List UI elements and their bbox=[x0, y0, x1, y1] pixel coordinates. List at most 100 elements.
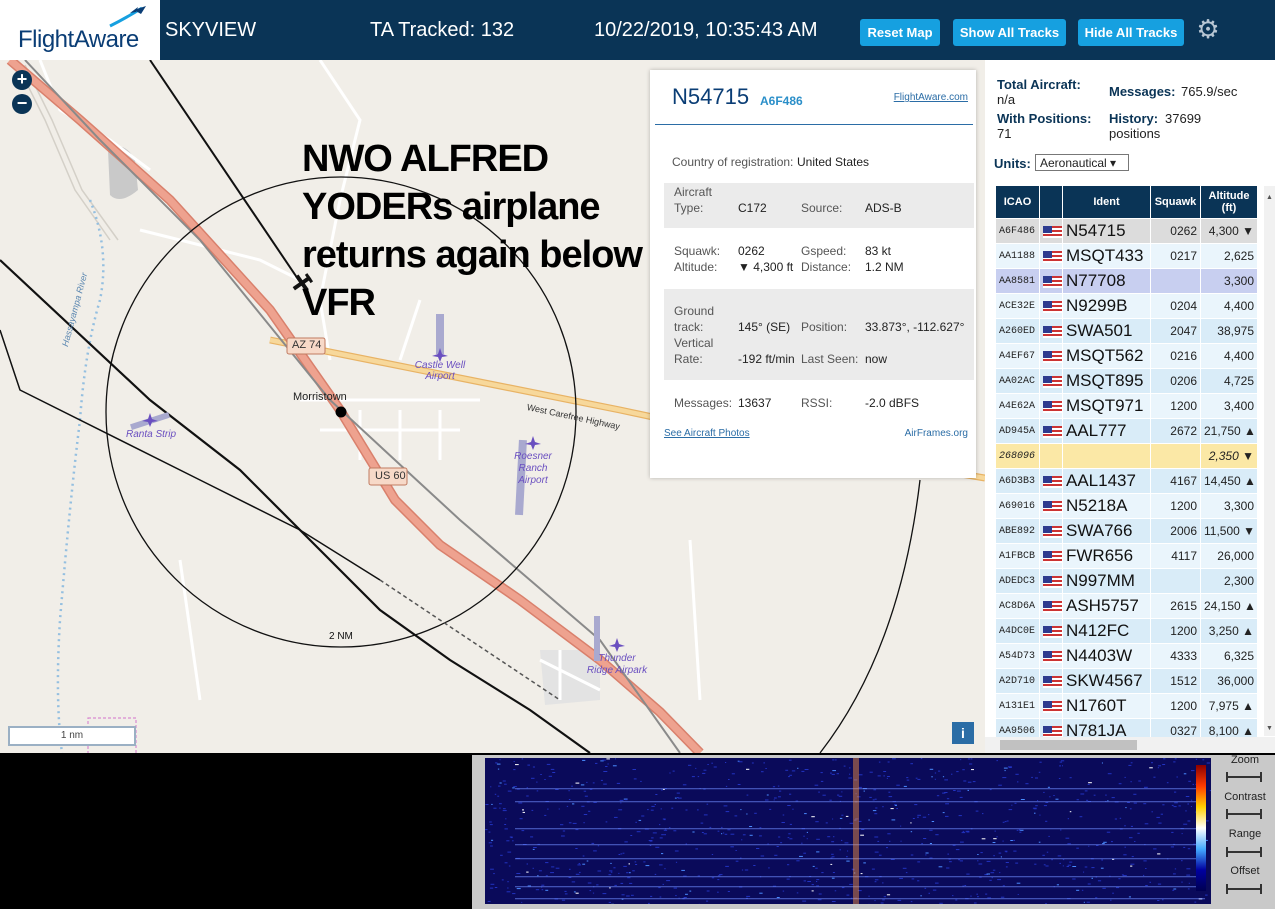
table-row[interactable]: ABE892 SWA766 2006 11,500 ▼ bbox=[995, 518, 1258, 544]
spectrogram-speck bbox=[580, 784, 585, 786]
spectrogram-speck bbox=[1107, 773, 1112, 775]
spectrogram-speck bbox=[962, 830, 965, 832]
table-row[interactable]: AC8D6A ASH5757 2615 24,150 ▲ bbox=[995, 593, 1258, 619]
zoom-in-button[interactable]: + bbox=[12, 70, 32, 90]
spectrogram-speck bbox=[906, 779, 910, 781]
spectrogram-speck bbox=[1171, 831, 1174, 833]
spectrogram-speck bbox=[697, 776, 700, 778]
flightaware-logo[interactable]: FlightAware bbox=[0, 0, 160, 60]
spectrogram-speck bbox=[967, 758, 971, 760]
scroll-up-icon[interactable]: ▲ bbox=[1266, 194, 1273, 201]
hide-all-tracks-button[interactable]: Hide All Tracks bbox=[1078, 19, 1184, 46]
spectrogram-speck bbox=[497, 795, 500, 797]
scrollbar-thumb[interactable] bbox=[1000, 740, 1137, 750]
spectrogram-speck bbox=[964, 885, 967, 886]
spectrogram-speck bbox=[1076, 889, 1080, 891]
track-label-2: track: bbox=[674, 320, 704, 334]
table-row[interactable]: AA1188 MSQT433 0217 2,625 bbox=[995, 243, 1258, 269]
table-row[interactable]: AA02AC MSQT895 0206 4,725 bbox=[995, 368, 1258, 394]
waterfall-spectrogram[interactable] bbox=[485, 758, 1211, 904]
table-row[interactable]: A260ED SWA501 2047 38,975 bbox=[995, 318, 1258, 344]
spectrogram-speck bbox=[773, 799, 775, 801]
table-row[interactable]: ADEDC3 N997MM 2,300 bbox=[995, 568, 1258, 594]
spectrogram-speck bbox=[645, 865, 650, 867]
col-header-ident[interactable]: Ident bbox=[1062, 185, 1151, 219]
table-row[interactable]: AD945A AAL777 2672 21,750 ▲ bbox=[995, 418, 1258, 444]
table-horizontal-scrollbar[interactable] bbox=[985, 737, 1275, 753]
spectrogram-speck bbox=[1091, 877, 1093, 879]
spectrogram-speck bbox=[912, 818, 915, 819]
spectrogram-speck bbox=[552, 772, 556, 773]
table-vertical-scrollbar[interactable]: ▲ ▼ bbox=[1264, 186, 1275, 736]
cell-icao: ADEDC3 bbox=[995, 568, 1040, 594]
zoom-out-button[interactable]: − bbox=[12, 94, 32, 114]
col-header-squawk[interactable]: Squawk bbox=[1150, 185, 1201, 219]
spectrogram-speck bbox=[652, 832, 657, 834]
show-all-tracks-button[interactable]: Show All Tracks bbox=[953, 19, 1066, 46]
spectrogram-speck bbox=[1039, 814, 1041, 816]
table-row[interactable]: ACE32E N9299B 0204 4,400 bbox=[995, 293, 1258, 319]
spectrogram-speck bbox=[689, 890, 692, 892]
zoom-slider[interactable] bbox=[1226, 772, 1262, 782]
airframes-link[interactable]: AirFrames.org bbox=[905, 428, 968, 439]
spectrogram-speck bbox=[521, 830, 525, 832]
spectrogram-speck bbox=[1017, 894, 1019, 895]
spectrogram-speck bbox=[575, 892, 579, 894]
spectrogram-speck bbox=[766, 794, 769, 796]
spectrogram-speck bbox=[1145, 868, 1147, 869]
table-row[interactable]: A6D3B3 AAL1437 4167 14,450 ▲ bbox=[995, 468, 1258, 494]
spectrogram-speck bbox=[734, 815, 738, 817]
table-row[interactable]: A4EF67 MSQT562 0216 4,400 bbox=[995, 343, 1258, 369]
table-row[interactable]: A1FBCB FWR656 4117 26,000 bbox=[995, 543, 1258, 569]
contrast-slider[interactable] bbox=[1226, 809, 1262, 819]
table-row[interactable]: A6F486 N54715 0262 4,300 ▼ bbox=[995, 218, 1258, 244]
spectrogram-speck bbox=[675, 895, 677, 897]
info-button[interactable]: i bbox=[952, 722, 974, 744]
spectrogram-speck bbox=[1205, 894, 1208, 896]
scroll-down-icon[interactable]: ▼ bbox=[1266, 725, 1273, 732]
col-header-altitude[interactable]: Altitude (ft) bbox=[1200, 185, 1258, 219]
spectrogram-speck bbox=[967, 789, 969, 791]
lastseen-label: Last Seen: bbox=[801, 352, 859, 366]
spectrogram-speck bbox=[723, 805, 728, 807]
aircraft-photos-link[interactable]: See Aircraft Photos bbox=[664, 428, 750, 439]
table-row[interactable]: A69016 N5218A 1200 3,300 bbox=[995, 493, 1258, 519]
spectrogram-speck bbox=[618, 809, 623, 811]
table-row[interactable]: A131E1 N1760T 1200 7,975 ▲ bbox=[995, 693, 1258, 719]
spectrogram-speck bbox=[1056, 884, 1059, 886]
spectrogram-speck bbox=[727, 829, 731, 831]
spectrogram-speck bbox=[1004, 850, 1008, 852]
table-row[interactable]: A4DC0E N412FC 1200 3,250 ▲ bbox=[995, 618, 1258, 644]
table-row[interactable]: A2D710 SKW4567 1512 36,000 bbox=[995, 668, 1258, 694]
spectrogram-speck bbox=[811, 890, 814, 892]
cell-squawk: 1200 bbox=[1150, 493, 1201, 519]
spectrogram-speck bbox=[1000, 896, 1005, 898]
reset-map-button[interactable]: Reset Map bbox=[860, 19, 940, 46]
spectrogram-speck bbox=[872, 810, 877, 812]
table-row[interactable]: A54D73 N4403W 4333 6,325 bbox=[995, 643, 1258, 669]
flightaware-link[interactable]: FlightAware.com bbox=[894, 92, 968, 103]
spectrogram-speck bbox=[753, 865, 756, 866]
spectrogram-speck bbox=[746, 813, 748, 815]
table-row[interactable]: A4E62A MSQT971 1200 3,400 bbox=[995, 393, 1258, 419]
spectrogram-speck bbox=[977, 860, 979, 862]
spectrogram-speck bbox=[544, 814, 547, 816]
spectrogram-speck bbox=[990, 872, 995, 874]
table-row[interactable]: 268096 2,350 ▼ bbox=[995, 443, 1258, 469]
range-slider[interactable] bbox=[1226, 847, 1262, 857]
spectrogram-speck bbox=[713, 766, 717, 768]
col-header-flag[interactable] bbox=[1039, 185, 1063, 219]
us-flag-icon bbox=[1043, 675, 1062, 688]
spectrogram-speck bbox=[1162, 899, 1164, 901]
cell-ident: SKW4567 bbox=[1062, 668, 1151, 694]
cell-flag-cell bbox=[1039, 643, 1063, 669]
units-select[interactable]: Aeronautical ▾ bbox=[1035, 154, 1129, 171]
table-row[interactable]: AA8581 N77708 3,300 bbox=[995, 268, 1258, 294]
col-header-icao[interactable]: ICAO bbox=[995, 185, 1040, 219]
offset-slider[interactable] bbox=[1226, 884, 1262, 894]
cell-altitude: 4,400 bbox=[1200, 293, 1258, 319]
spectrogram-speck bbox=[1151, 762, 1153, 764]
gear-icon[interactable]: ⚙ bbox=[1195, 16, 1221, 42]
spectrogram-speck bbox=[1209, 790, 1211, 792]
spectrogram-speck bbox=[572, 803, 575, 805]
